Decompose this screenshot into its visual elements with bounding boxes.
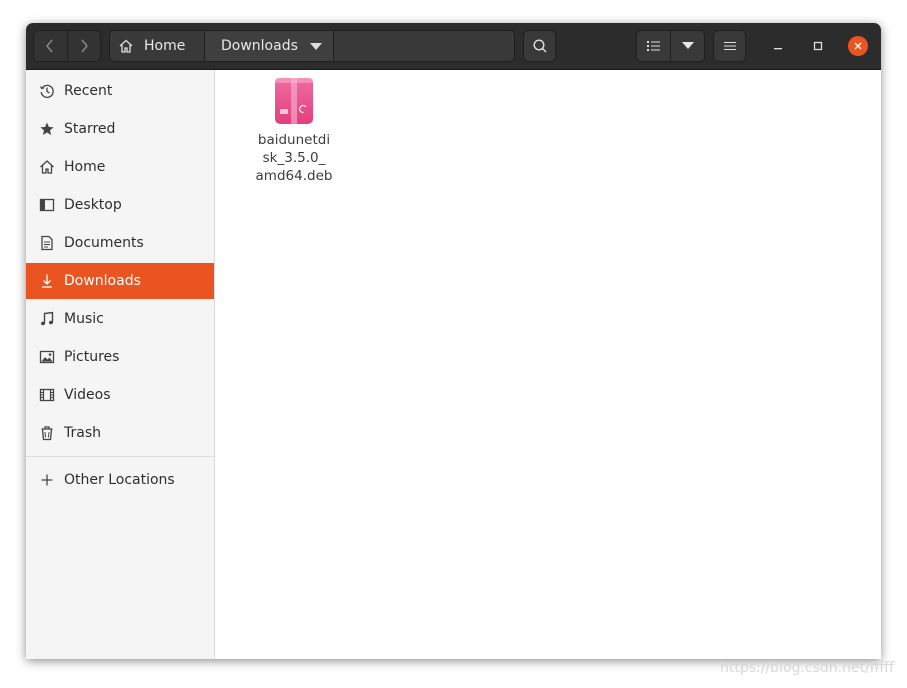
sidebar-item-label: Documents	[64, 235, 144, 251]
sidebar-item-label: Pictures	[64, 349, 120, 365]
forward-button[interactable]	[66, 31, 101, 61]
sidebar-separator	[26, 456, 214, 457]
sidebar-item-videos[interactable]: Videos	[26, 377, 214, 413]
search-button[interactable]	[523, 30, 556, 62]
sidebar-item-label: Starred	[64, 121, 116, 137]
chevron-right-icon	[81, 39, 88, 53]
file-view[interactable]: baidunetdi sk_3.5.0_ amd64.deb	[215, 70, 881, 659]
minimize-button[interactable]	[768, 36, 788, 56]
chevron-down-icon	[310, 43, 322, 50]
headerbar: Home Downloads	[26, 23, 881, 70]
sidebar-item-label: Downloads	[64, 273, 141, 289]
star-icon	[39, 121, 55, 137]
path-empty-area	[334, 31, 514, 61]
view-controls	[636, 30, 705, 62]
search-icon	[532, 39, 547, 53]
nav-buttons	[33, 30, 101, 62]
watermark: https://blog.csdn.net/fffff	[720, 660, 894, 676]
path-home-label: Home	[144, 38, 186, 54]
sidebar-item-label: Videos	[64, 387, 111, 403]
sidebar-item-other-locations[interactable]: Other Locations	[26, 462, 214, 498]
trash-icon	[39, 425, 55, 441]
sidebar-item-music[interactable]: Music	[26, 301, 214, 337]
sidebar-item-downloads[interactable]: Downloads	[26, 263, 214, 299]
sidebar-item-starred[interactable]: Starred	[26, 111, 214, 147]
close-icon	[854, 42, 862, 50]
sidebar-item-label: Other Locations	[64, 472, 175, 488]
view-options-button[interactable]	[670, 31, 704, 61]
chevron-left-icon	[46, 39, 53, 53]
list-view-button[interactable]	[637, 31, 670, 61]
clock-icon	[39, 83, 55, 99]
sidebar-item-label: Home	[64, 159, 106, 175]
sidebar-item-home[interactable]: Home	[26, 149, 214, 185]
sidebar-item-recent[interactable]: Recent	[26, 73, 214, 109]
path-downloads-button[interactable]: Downloads	[205, 31, 334, 61]
close-button[interactable]	[848, 36, 868, 56]
sidebar-item-documents[interactable]: Documents	[26, 225, 214, 261]
home-icon	[119, 39, 133, 53]
deb-package-icon	[275, 78, 313, 124]
document-icon	[39, 235, 55, 251]
sidebar-item-label: Trash	[64, 425, 101, 441]
main-menu-button[interactable]	[713, 30, 746, 62]
desktop-icon	[39, 197, 55, 213]
back-button[interactable]	[34, 31, 67, 61]
path-current-label: Downloads	[221, 38, 298, 54]
sidebar-item-trash[interactable]: Trash	[26, 415, 214, 451]
music-icon	[39, 311, 55, 327]
download-icon	[39, 273, 55, 289]
places-sidebar: Recent Starred Home Desktop Documents Do…	[26, 70, 215, 659]
sidebar-item-label: Recent	[64, 83, 113, 99]
file-manager-window: Home Downloads Recent Starred Home Deskt…	[26, 23, 881, 659]
picture-icon	[39, 349, 55, 365]
file-item[interactable]: baidunetdi sk_3.5.0_ amd64.deb	[248, 77, 340, 185]
path-home-button[interactable]: Home	[110, 31, 205, 61]
list-view-icon	[646, 41, 660, 51]
triangle-down-icon	[681, 42, 694, 49]
sidebar-item-desktop[interactable]: Desktop	[26, 187, 214, 223]
sidebar-item-pictures[interactable]: Pictures	[26, 339, 214, 375]
path-bar: Home Downloads	[109, 30, 515, 62]
video-icon	[39, 387, 55, 403]
file-name-label: baidunetdi sk_3.5.0_ amd64.deb	[255, 132, 333, 184]
home-icon	[39, 159, 55, 175]
maximize-icon	[813, 41, 823, 51]
minimize-icon	[774, 48, 782, 50]
sidebar-item-label: Music	[64, 311, 104, 327]
maximize-button[interactable]	[808, 36, 828, 56]
sidebar-item-label: Desktop	[64, 197, 122, 213]
plus-icon	[39, 472, 55, 488]
hamburger-icon	[723, 42, 736, 50]
